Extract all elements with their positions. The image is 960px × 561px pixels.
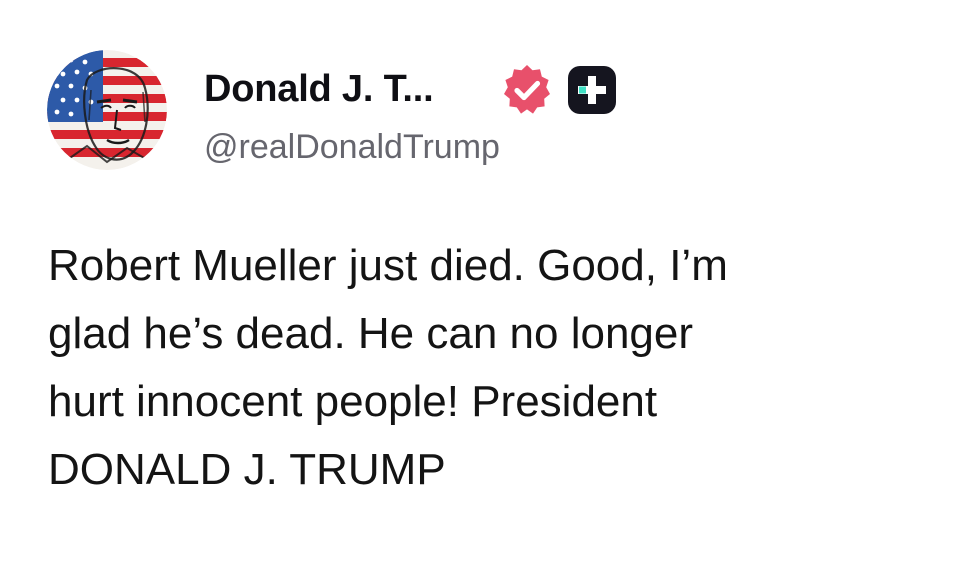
flag-portrait-avatar-icon xyxy=(47,50,167,170)
author-handle[interactable]: @realDonaldTrump xyxy=(204,125,500,169)
post-card: Donald J. T... @realDonaldTrump Robert M… xyxy=(0,0,960,561)
verified-check-badge-icon xyxy=(499,62,555,118)
avatar[interactable] xyxy=(47,50,167,170)
post-text: Robert Mueller just died. Good, I’m glad… xyxy=(48,241,728,494)
truth-plus-badge-icon xyxy=(567,65,617,115)
author-display-name[interactable]: Donald J. T... xyxy=(204,66,434,112)
